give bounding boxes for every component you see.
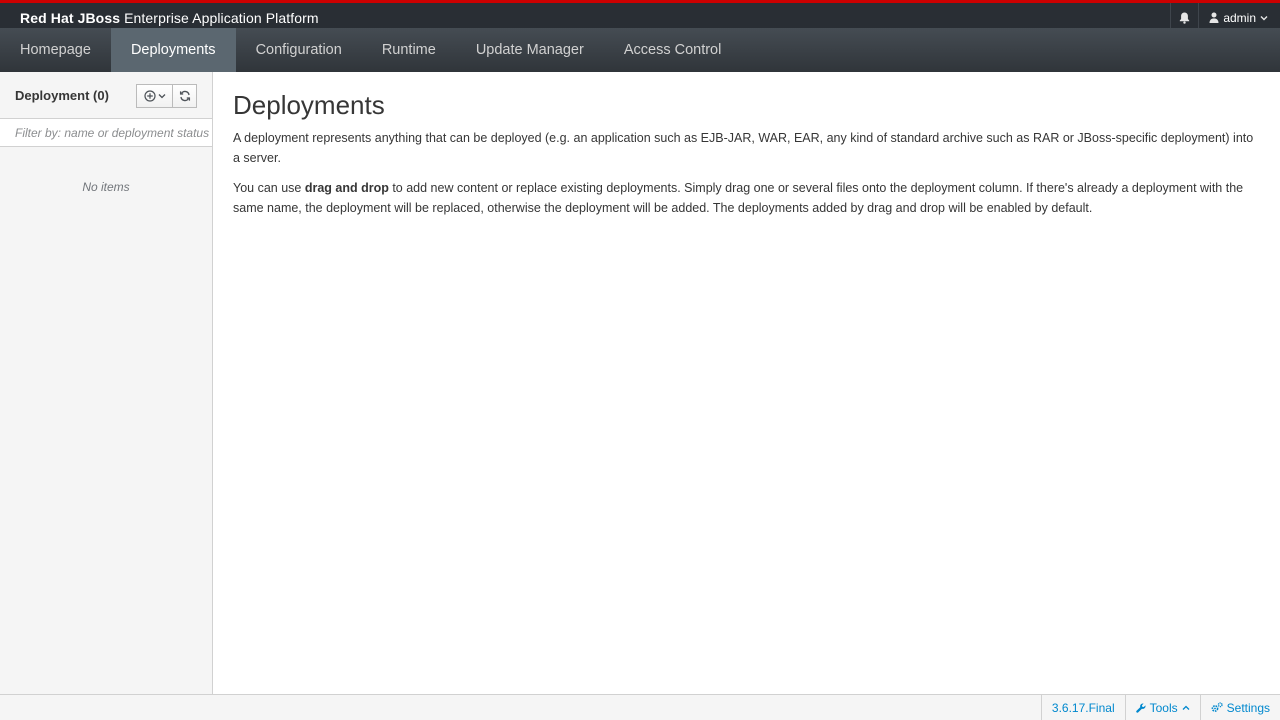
user-name: admin [1223, 10, 1256, 25]
deployment-description: A deployment represents anything that ca… [233, 131, 1254, 165]
nav-configuration[interactable]: Configuration [236, 28, 362, 72]
footer: 3.6.17.Final Tools Settings [0, 694, 1280, 720]
filter-input[interactable] [0, 119, 212, 146]
deployment-column: Deployment (0) No items [0, 72, 213, 694]
main-content: Deployments A deployment represents anyt… [233, 90, 1263, 228]
main-navigation: Homepage Deployments Configuration Runti… [0, 28, 1280, 72]
brand-name-bold: Red Hat JBoss [20, 9, 121, 26]
refresh-button[interactable] [173, 84, 197, 108]
add-deployment-button[interactable] [136, 84, 173, 108]
column-title: Deployment (0) [15, 87, 109, 103]
nav-homepage[interactable]: Homepage [0, 28, 111, 72]
version-label: 3.6.17.Final [1051, 700, 1115, 715]
tools-menu[interactable]: Tools [1124, 695, 1200, 720]
plus-circle-icon [143, 90, 156, 102]
chevron-down-icon [1260, 15, 1268, 20]
settings-label: Settings [1226, 700, 1270, 715]
user-icon [1209, 12, 1219, 23]
drag-drop-text-pre: You can use [233, 181, 305, 195]
chevron-down-icon [158, 94, 165, 99]
nav-access-control[interactable]: Access Control [604, 28, 742, 72]
nav-update-manager[interactable]: Update Manager [456, 28, 604, 72]
drag-drop-description: You can use drag and drop to add new con… [233, 178, 1263, 218]
settings-link[interactable]: Settings [1199, 695, 1280, 720]
refresh-icon [179, 90, 190, 102]
tools-label: Tools [1149, 700, 1178, 715]
filter-box [0, 118, 212, 147]
nav-runtime[interactable]: Runtime [362, 28, 456, 72]
chevron-up-icon [1182, 705, 1190, 710]
product-brand[interactable]: Red Hat JBoss Enterprise Application Pla… [20, 10, 319, 26]
version-link[interactable]: 3.6.17.Final [1040, 695, 1125, 720]
brand-name-rest: Enterprise Application Platform [124, 9, 319, 26]
column-actions [136, 84, 197, 108]
wrench-icon [1135, 702, 1146, 713]
gears-icon [1211, 702, 1223, 712]
nav-deployments[interactable]: Deployments [110, 28, 236, 72]
empty-list-message: No items [82, 180, 130, 194]
drag-drop-emphasis: drag and drop [304, 181, 389, 195]
bell-icon [1180, 12, 1190, 24]
page-title: Deployments [233, 90, 385, 120]
